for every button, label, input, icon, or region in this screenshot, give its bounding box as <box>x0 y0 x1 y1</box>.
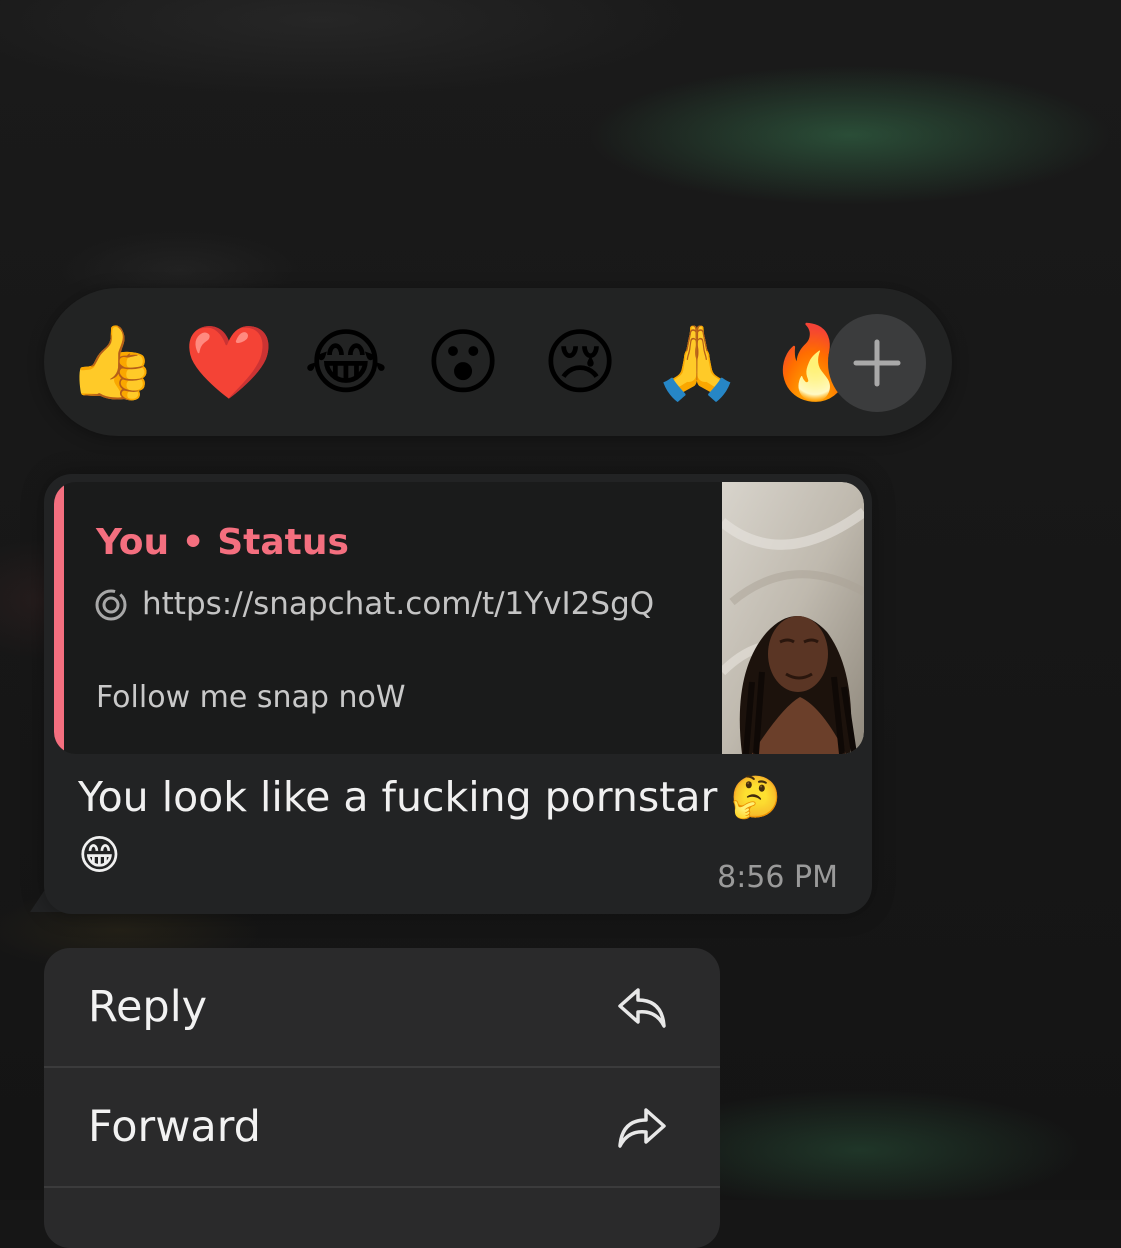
reaction-crying[interactable]: 😢 <box>530 318 630 406</box>
quote-author: You • Status <box>96 522 349 563</box>
reaction-tears-of-joy[interactable]: 😂 <box>296 318 396 406</box>
menu-divider <box>44 1186 720 1188</box>
reply-arrow-icon <box>618 988 666 1028</box>
forward-menu-item[interactable]: Forward <box>44 1068 720 1186</box>
reaction-surprised[interactable]: 😮 <box>413 318 513 406</box>
plus-icon <box>853 339 901 387</box>
status-thumbnail <box>722 482 864 754</box>
reply-label: Reply <box>88 982 208 1032</box>
forward-arrow-icon <box>618 1108 666 1148</box>
snapchat-ring-icon <box>95 589 127 621</box>
forward-label: Forward <box>88 1102 261 1152</box>
reaction-red-heart[interactable]: ❤️ <box>179 318 279 406</box>
message-timestamp: 8:56 PM <box>717 860 838 895</box>
more-reactions-button[interactable] <box>828 314 926 412</box>
message-context-menu: Reply Forward <box>44 948 720 1248</box>
reaction-list: 👍 ❤️ 😂 😮 😢 🙏 🔥 <box>62 288 852 436</box>
message-bubble[interactable]: You • Status https://snapchat.com/t/1YvI… <box>44 474 872 914</box>
quote-accent-bar <box>54 482 64 754</box>
reply-menu-item[interactable]: Reply <box>44 948 720 1066</box>
reaction-bar: 👍 ❤️ 😂 😮 😢 🙏 🔥 <box>44 288 952 436</box>
reaction-folded-hands[interactable]: 🙏 <box>647 318 747 406</box>
quote-link: https://snapchat.com/t/1YvI2SgQ <box>142 586 655 622</box>
quote-caption: Follow me snap noW <box>96 680 406 715</box>
reaction-thumbs-up[interactable]: 👍 <box>62 318 162 406</box>
quoted-status[interactable]: You • Status https://snapchat.com/t/1YvI… <box>54 482 864 754</box>
message-text: You look like a fucking pornstar 🤔 😁 <box>78 773 782 879</box>
